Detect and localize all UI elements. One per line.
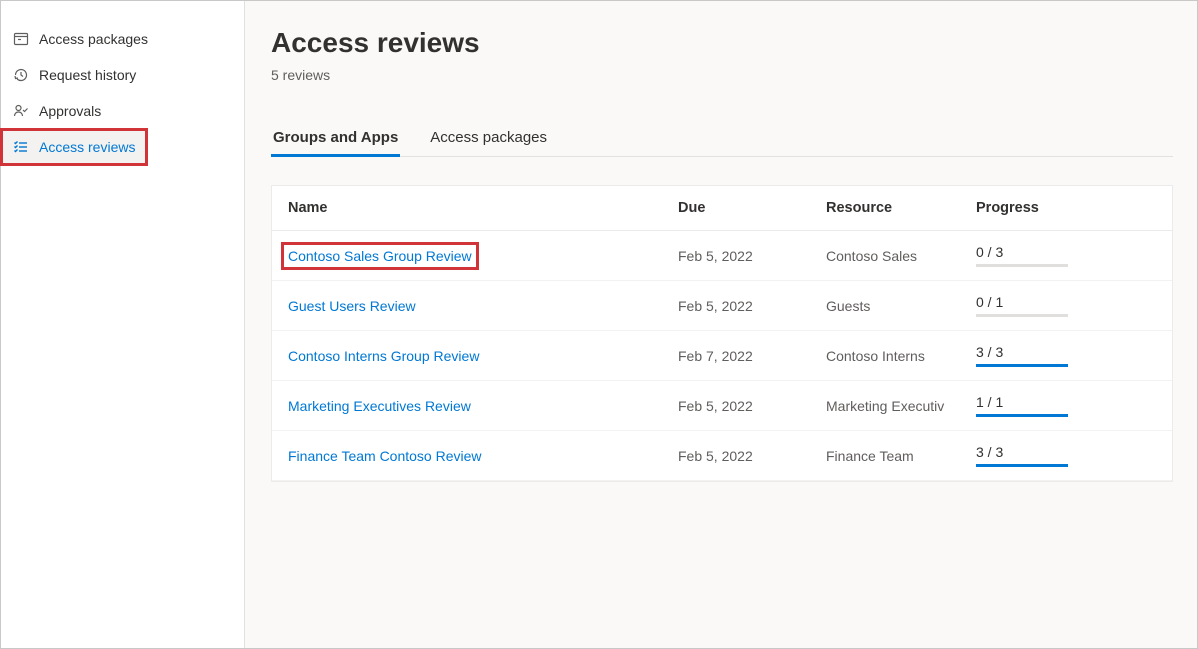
review-link[interactable]: Finance Team Contoso Review	[288, 448, 482, 464]
cell-due: Feb 5, 2022	[678, 448, 826, 464]
progress-bar	[976, 464, 1068, 467]
table-row: Guest Users Review Feb 5, 2022 Guests 0 …	[272, 281, 1172, 331]
cell-resource: Contoso Sales	[826, 248, 976, 264]
main-content: Access reviews 5 reviews Groups and Apps…	[245, 1, 1197, 648]
approvals-icon	[13, 103, 29, 119]
review-link[interactable]: Contoso Interns Group Review	[288, 348, 479, 364]
cell-name: Contoso Interns Group Review	[288, 348, 678, 364]
table-row: Finance Team Contoso Review Feb 5, 2022 …	[272, 431, 1172, 481]
sidebar-item-package[interactable]: Access packages	[1, 21, 244, 57]
sidebar-item-reviews[interactable]: Access reviews	[1, 129, 147, 165]
progress-bar	[976, 264, 1068, 267]
reviews-table: Name Due Resource Progress Contoso Sales…	[271, 185, 1173, 482]
tabs: Groups and Apps Access packages	[271, 123, 1173, 157]
cell-name: Finance Team Contoso Review	[288, 448, 678, 464]
package-icon	[13, 31, 29, 47]
cell-name: Guest Users Review	[288, 298, 678, 314]
cell-resource: Finance Team	[826, 448, 976, 464]
col-header-resource[interactable]: Resource	[826, 200, 976, 216]
sidebar-nav: Access packages Request history Approvals A…	[1, 1, 245, 648]
sidebar-item-history[interactable]: Request history	[1, 57, 244, 93]
col-header-progress[interactable]: Progress	[976, 200, 1156, 216]
cell-due: Feb 7, 2022	[678, 348, 826, 364]
cell-progress: 3 / 3	[976, 444, 1156, 467]
cell-due: Feb 5, 2022	[678, 298, 826, 314]
progress-bar	[976, 314, 1068, 317]
col-header-due[interactable]: Due	[678, 200, 826, 216]
table-row: Contoso Sales Group Review Feb 5, 2022 C…	[272, 231, 1172, 281]
table-row: Contoso Interns Group Review Feb 7, 2022…	[272, 331, 1172, 381]
review-link[interactable]: Guest Users Review	[288, 298, 416, 314]
sidebar-item-label: Approvals	[39, 103, 101, 119]
progress-bar	[976, 364, 1068, 367]
sidebar-item-label: Access packages	[39, 31, 148, 47]
sidebar-item-label: Request history	[39, 67, 136, 83]
page-title: Access reviews	[271, 27, 1173, 59]
tab-groups-and-apps[interactable]: Groups and Apps	[271, 123, 400, 156]
cell-name: Contoso Sales Group Review	[288, 245, 678, 267]
sidebar-item-label: Access reviews	[39, 139, 135, 155]
sidebar-item-approvals[interactable]: Approvals	[1, 93, 244, 129]
table-row: Marketing Executives Review Feb 5, 2022 …	[272, 381, 1172, 431]
history-icon	[13, 67, 29, 83]
cell-progress: 0 / 3	[976, 244, 1156, 267]
progress-text: 3 / 3	[976, 344, 1156, 360]
reviews-icon	[13, 139, 29, 155]
review-link[interactable]: Marketing Executives Review	[288, 398, 471, 414]
progress-text: 0 / 3	[976, 244, 1156, 260]
table-header: Name Due Resource Progress	[272, 186, 1172, 231]
cell-due: Feb 5, 2022	[678, 248, 826, 264]
progress-text: 1 / 1	[976, 394, 1156, 410]
cell-resource: Guests	[826, 298, 976, 314]
progress-bar	[976, 414, 1068, 417]
cell-name: Marketing Executives Review	[288, 398, 678, 414]
cell-progress: 0 / 1	[976, 294, 1156, 317]
cell-progress: 1 / 1	[976, 394, 1156, 417]
progress-text: 0 / 1	[976, 294, 1156, 310]
progress-text: 3 / 3	[976, 444, 1156, 460]
cell-progress: 3 / 3	[976, 344, 1156, 367]
col-header-name[interactable]: Name	[288, 200, 678, 216]
page-subtitle: 5 reviews	[271, 67, 1173, 83]
cell-due: Feb 5, 2022	[678, 398, 826, 414]
tab-access-packages[interactable]: Access packages	[428, 123, 549, 156]
cell-resource: Marketing Executiv	[826, 398, 976, 414]
cell-resource: Contoso Interns	[826, 348, 976, 364]
review-link[interactable]: Contoso Sales Group Review	[284, 245, 476, 267]
